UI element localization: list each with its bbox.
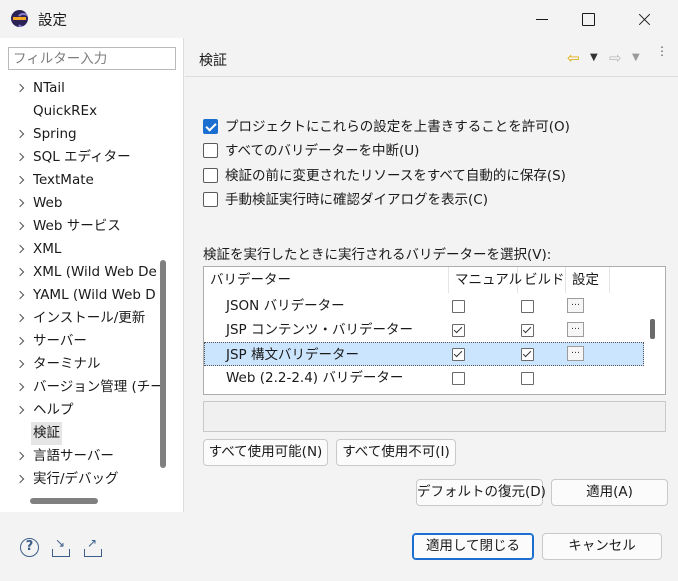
tree-item[interactable]: QuickREx xyxy=(0,100,160,123)
import-preferences-icon[interactable]: ↘ xyxy=(50,536,72,558)
tree-item[interactable]: バージョン管理 (チーム xyxy=(0,376,160,399)
tree-item[interactable]: Web サービス xyxy=(0,215,160,238)
eclipse-app-icon xyxy=(11,10,28,27)
checkbox[interactable] xyxy=(203,119,218,134)
expand-arrow-icon[interactable] xyxy=(15,382,25,392)
checkbox[interactable] xyxy=(203,168,218,183)
expand-arrow-icon[interactable] xyxy=(15,198,25,208)
expand-arrow-icon[interactable] xyxy=(15,152,25,162)
window-title: 設定 xyxy=(38,13,67,29)
expand-arrow-icon[interactable] xyxy=(15,336,25,346)
build-checkbox[interactable] xyxy=(521,300,534,313)
table-row[interactable]: Web (2.2-2.4) バリデーター xyxy=(204,366,644,390)
page-title: 検証 xyxy=(199,53,227,69)
column-header-settings[interactable]: 設定 xyxy=(566,267,610,293)
build-checkbox[interactable] xyxy=(521,348,534,361)
validator-description-box xyxy=(203,401,666,432)
build-checkbox[interactable] xyxy=(521,324,534,337)
tray-shape xyxy=(84,549,102,557)
maximize-button[interactable] xyxy=(565,0,611,38)
tree-item[interactable]: ターミナル xyxy=(0,353,160,376)
expand-arrow-icon[interactable] xyxy=(15,290,25,300)
tree-item[interactable]: サーバー xyxy=(0,330,160,353)
tree-item[interactable]: XML (Wild Web De xyxy=(0,261,160,284)
restore-defaults-button[interactable]: デフォルトの復元(D) xyxy=(416,479,546,506)
enable-all-button[interactable]: すべて使用可能(N) xyxy=(203,439,328,466)
title-bar: 設定 xyxy=(0,0,678,38)
build-checkbox[interactable] xyxy=(521,372,534,385)
column-header-validator[interactable]: バリデーター xyxy=(204,267,449,293)
forward-arrow-icon[interactable]: ⇨ xyxy=(609,49,622,67)
tree-horizontal-scrollbar[interactable] xyxy=(30,498,98,504)
tray-shape xyxy=(52,549,70,557)
expand-arrow-icon[interactable] xyxy=(15,267,25,277)
preference-page: 検証 ⇦ ▼ ⇨ ▼ ⋮ プロジェクトにこれらの設定を上書きすることを許可(O)… xyxy=(185,38,678,512)
apply-button[interactable]: 適用(A) xyxy=(551,479,668,506)
help-icon[interactable]: ? xyxy=(20,538,39,557)
expand-arrow-icon[interactable] xyxy=(15,474,25,484)
more-menu-icon[interactable]: ⋮ xyxy=(656,45,668,57)
preference-tree-panel: NTail QuickREx Spring SQL エディター TextMate… xyxy=(0,38,184,512)
table-row[interactable]: JSON バリデーター … xyxy=(204,294,644,318)
minimize-button[interactable] xyxy=(519,0,565,38)
expand-arrow-icon[interactable] xyxy=(15,175,25,185)
tree-item[interactable]: 言語サーバー xyxy=(0,445,160,468)
expand-arrow-icon[interactable] xyxy=(15,405,25,415)
manual-checkbox[interactable] xyxy=(452,324,465,337)
tree-item[interactable]: XML xyxy=(0,238,160,261)
manual-checkbox[interactable] xyxy=(452,372,465,385)
forward-history-dropdown-icon[interactable]: ▼ xyxy=(632,52,640,63)
header-divider xyxy=(185,76,678,77)
manual-checkbox[interactable] xyxy=(452,348,465,361)
checkbox[interactable] xyxy=(203,143,218,158)
dialog-footer: ? ↘ ↗ 適用して閉じる キャンセル xyxy=(0,512,678,581)
preference-tree: NTail QuickREx Spring SQL エディター TextMate… xyxy=(0,77,160,493)
tree-item[interactable]: TextMate xyxy=(0,169,160,192)
expand-arrow-icon[interactable] xyxy=(15,451,25,461)
column-header-manual[interactable]: マニュアル xyxy=(449,267,522,293)
export-arrow-icon: ↗ xyxy=(87,536,98,550)
back-arrow-icon[interactable]: ⇦ xyxy=(567,49,580,67)
close-button[interactable] xyxy=(620,0,666,38)
checkbox[interactable] xyxy=(203,192,218,207)
settings-button[interactable]: … xyxy=(567,298,584,313)
tree-item[interactable]: ヘルプ xyxy=(0,399,160,422)
column-header-build[interactable]: ビルド xyxy=(518,267,566,293)
expand-arrow-icon[interactable] xyxy=(15,359,25,369)
filter-input[interactable] xyxy=(8,47,176,70)
tree-item[interactable]: SQL エディター xyxy=(0,146,160,169)
expand-arrow-icon[interactable] xyxy=(15,129,25,139)
table-row-selected[interactable]: JSP 構文バリデーター … xyxy=(204,342,644,366)
tree-item[interactable]: YAML (Wild Web D xyxy=(0,284,160,307)
tree-item[interactable]: NTail xyxy=(0,77,160,100)
expand-arrow-icon[interactable] xyxy=(15,244,25,254)
export-preferences-icon[interactable]: ↗ xyxy=(82,536,104,558)
cancel-button[interactable]: キャンセル xyxy=(542,533,662,560)
expand-arrow-icon[interactable] xyxy=(15,83,25,93)
validators-label: 検証を実行したときに実行されるバリデーターを選択(V): xyxy=(203,247,552,263)
table-header: バリデーター マニュアル ビルド 設定 xyxy=(204,267,644,293)
expand-arrow-icon[interactable] xyxy=(15,221,25,231)
tree-item-selected[interactable]: 検証 xyxy=(0,422,160,445)
settings-button[interactable]: … xyxy=(567,322,584,337)
validators-table: バリデーター マニュアル ビルド 設定 JSON バリデーター … JSP コン… xyxy=(203,266,666,395)
tree-item[interactable]: Web xyxy=(0,192,160,215)
table-vertical-scrollbar[interactable] xyxy=(650,319,655,339)
back-history-dropdown-icon[interactable]: ▼ xyxy=(590,52,598,63)
disable-all-button[interactable]: すべて使用不可(I) xyxy=(336,439,456,466)
tree-item[interactable]: Spring xyxy=(0,123,160,146)
expand-arrow-icon[interactable] xyxy=(15,313,25,323)
apply-and-close-button[interactable]: 適用して閉じる xyxy=(412,533,534,560)
tree-item[interactable]: 実行/デバッグ xyxy=(0,468,160,491)
import-arrow-icon: ↘ xyxy=(55,536,66,550)
table-row[interactable]: JSP コンテンツ・バリデーター … xyxy=(204,318,644,342)
tree-item[interactable]: インストール/更新 xyxy=(0,307,160,330)
manual-checkbox[interactable] xyxy=(452,300,465,313)
tree-vertical-scrollbar[interactable] xyxy=(160,260,166,468)
settings-button[interactable]: … xyxy=(567,346,584,361)
